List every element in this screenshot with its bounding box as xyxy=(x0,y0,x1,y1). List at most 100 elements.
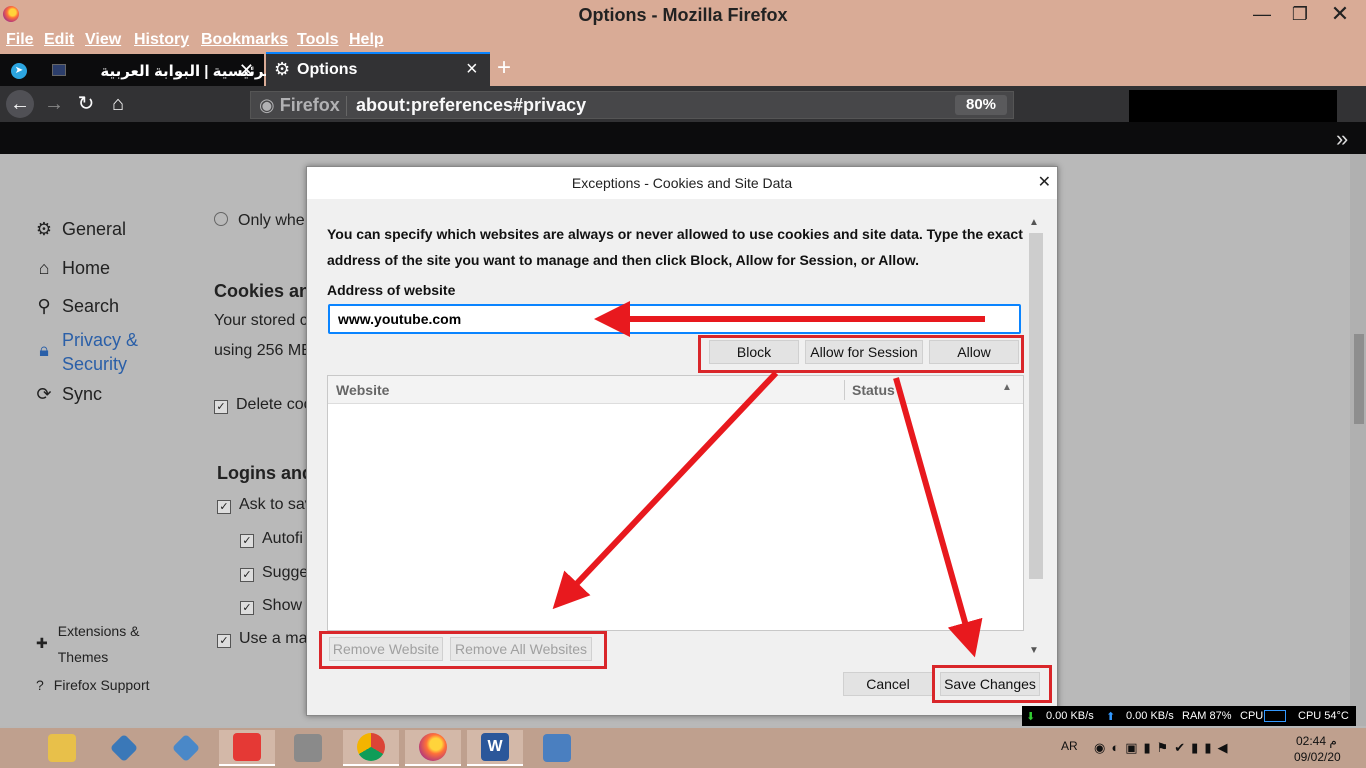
forward-button[interactable]: → xyxy=(40,90,68,118)
download-arrow-icon: ⬇ xyxy=(1026,711,1036,723)
cpu-label: CPU xyxy=(1240,710,1264,722)
radio-only-when[interactable]: Only whe xyxy=(214,212,305,230)
delete-cookies-checkbox[interactable]: ✓ Delete coo xyxy=(214,396,313,414)
ram-usage: RAM 87% xyxy=(1182,710,1232,722)
block-button[interactable]: Block xyxy=(709,340,799,364)
app-icon xyxy=(294,734,322,762)
websites-table[interactable]: Website Status ▲ xyxy=(327,375,1024,631)
table-header: Website Status ▲ xyxy=(328,376,1023,404)
checkbox-checked[interactable]: ✓ xyxy=(217,500,231,514)
sidebar-item-label: Firefox Support xyxy=(53,677,150,693)
taskbar-word[interactable]: W xyxy=(467,730,523,766)
back-button[interactable]: ← xyxy=(6,90,34,118)
taskbar: W AR ◉◐▣▮⚑✔▮▮◀ 02:44 م 09/02/20 xyxy=(0,728,1366,768)
sidebar-item-home[interactable]: ⌂ Home xyxy=(34,258,110,279)
stored-data-text: Your stored c xyxy=(214,312,308,329)
taskbar-app-4[interactable] xyxy=(219,730,275,766)
dialog-title: Exceptions - Cookies and Site Data xyxy=(307,167,1057,199)
clock-date[interactable]: 09/02/20 xyxy=(1294,750,1341,764)
scrollbar-thumb[interactable] xyxy=(1354,334,1364,424)
folder-icon xyxy=(48,734,76,762)
dialog-scrollbar[interactable]: ▲ ▼ xyxy=(1027,217,1043,661)
menu-file[interactable]: File xyxy=(6,31,34,49)
menu-view[interactable]: View xyxy=(85,31,121,49)
minimize-button[interactable]: — xyxy=(1242,0,1282,30)
column-website[interactable]: Website xyxy=(336,382,389,398)
language-indicator[interactable]: AR xyxy=(1061,739,1078,753)
new-tab-button[interactable]: + xyxy=(497,54,511,82)
taskbar-app-2[interactable] xyxy=(96,730,152,766)
sidebar-item-search[interactable]: ⚲ Search xyxy=(34,296,119,317)
zoom-indicator[interactable]: 80% xyxy=(955,95,1007,115)
taskbar-file-explorer[interactable] xyxy=(34,730,90,766)
menu-bookmarks[interactable]: Bookmarks xyxy=(201,31,288,49)
tab-pinned-telegram[interactable]: ➤ xyxy=(0,54,40,86)
taskbar-chrome[interactable] xyxy=(343,730,399,766)
identity-box[interactable]: ◉ Firefox xyxy=(259,95,340,116)
scrollbar-track[interactable] xyxy=(1029,233,1043,579)
sidebar-support-link[interactable]: ? Firefox Support xyxy=(36,672,150,698)
tab-options[interactable]: ⚙ Options × xyxy=(266,52,490,86)
scroll-up-arrow-icon[interactable]: ▲ xyxy=(1029,217,1039,228)
taskbar-app-5[interactable] xyxy=(280,730,336,766)
taskbar-firefox[interactable] xyxy=(405,730,461,766)
menu-help[interactable]: Help xyxy=(349,31,384,49)
allow-button[interactable]: Allow xyxy=(929,340,1019,364)
ask-to-save-checkbox[interactable]: ✓ Ask to sav xyxy=(217,496,313,514)
remove-website-button[interactable]: Remove Website xyxy=(329,637,443,661)
column-status[interactable]: Status xyxy=(852,382,895,398)
autofill-checkbox[interactable]: ✓ Autofi xyxy=(240,530,303,548)
tab-arabic-portal[interactable]: الرئيسية | البوابة العربية ✕ xyxy=(40,54,275,86)
home-button[interactable]: ⌂ xyxy=(104,90,132,118)
checkbox-checked[interactable]: ✓ xyxy=(214,400,228,414)
sidebar-item-label: Privacy & Security xyxy=(62,328,138,376)
master-password-checkbox[interactable]: ✓ Use a mas xyxy=(217,630,315,648)
sidebar-extensions-link[interactable]: ✚ Extensions & Themes xyxy=(36,618,139,670)
sidebar-item-general[interactable]: ⚙ General xyxy=(34,219,126,240)
checkbox-checked[interactable]: ✓ xyxy=(240,534,254,548)
menu-edit[interactable]: Edit xyxy=(44,31,74,49)
close-tab-icon[interactable]: ✕ xyxy=(239,60,254,81)
clock-time[interactable]: 02:44 م xyxy=(1296,734,1337,748)
sidebar-item-sync[interactable]: ⟳ Sync xyxy=(34,384,102,405)
sidebar-item-label: Home xyxy=(62,258,111,278)
upload-arrow-icon: ⬆ xyxy=(1106,711,1116,723)
url-text[interactable]: about:preferences#privacy xyxy=(356,95,586,116)
save-changes-button[interactable]: Save Changes xyxy=(940,672,1040,696)
scroll-down-arrow-icon[interactable]: ▼ xyxy=(1029,645,1039,656)
taskbar-app-9[interactable] xyxy=(529,730,585,766)
remove-all-websites-button[interactable]: Remove All Websites xyxy=(450,637,592,661)
search-icon: ⚲ xyxy=(37,296,51,316)
site-favicon-icon xyxy=(52,64,66,76)
checkbox-checked[interactable]: ✓ xyxy=(240,568,254,582)
tray-icons[interactable]: ◉◐▣▮⚑✔▮▮◀ xyxy=(1094,740,1233,756)
label-line-1: Extensions & xyxy=(57,623,140,639)
reload-button[interactable]: ↻ xyxy=(72,90,100,118)
menu-history[interactable]: History xyxy=(134,31,189,49)
help-icon: ? xyxy=(36,677,44,693)
website-address-input[interactable] xyxy=(328,304,1021,334)
menu-tools[interactable]: Tools xyxy=(297,31,338,49)
tab-label: Options xyxy=(297,61,358,78)
checkbox-checked[interactable]: ✓ xyxy=(217,634,231,648)
taskbar-app-3[interactable] xyxy=(158,730,214,766)
sidebar-item-privacy[interactable]: 🔒︎ Privacy & Security xyxy=(34,328,138,376)
suggest-checkbox[interactable]: ✓ Sugge xyxy=(240,564,308,582)
radio-button[interactable] xyxy=(214,212,228,226)
close-window-button[interactable]: ✕ xyxy=(1320,0,1360,30)
telegram-icon: ➤ xyxy=(11,63,27,79)
overflow-chevron-icon[interactable]: » xyxy=(1336,126,1348,152)
checkbox-label: Ask to sav xyxy=(239,496,313,513)
checkbox-checked[interactable]: ✓ xyxy=(240,601,254,615)
dialog-close-button[interactable]: ✕ xyxy=(1038,167,1051,199)
gear-icon: ⚙ xyxy=(274,59,291,79)
cancel-button[interactable]: Cancel xyxy=(843,672,933,696)
checkbox-label: Sugge xyxy=(262,564,309,581)
close-tab-icon[interactable]: × xyxy=(466,58,478,81)
download-speed: 0.00 KB/s xyxy=(1046,710,1094,722)
show-checkbox[interactable]: ✓ Show xyxy=(240,597,302,615)
maximize-button[interactable]: ❐ xyxy=(1280,0,1320,30)
url-bar[interactable]: ◉ Firefox about:preferences#privacy 80% xyxy=(250,91,1014,119)
allow-for-session-button[interactable]: Allow for Session xyxy=(805,340,923,364)
page-scrollbar[interactable] xyxy=(1350,154,1366,726)
